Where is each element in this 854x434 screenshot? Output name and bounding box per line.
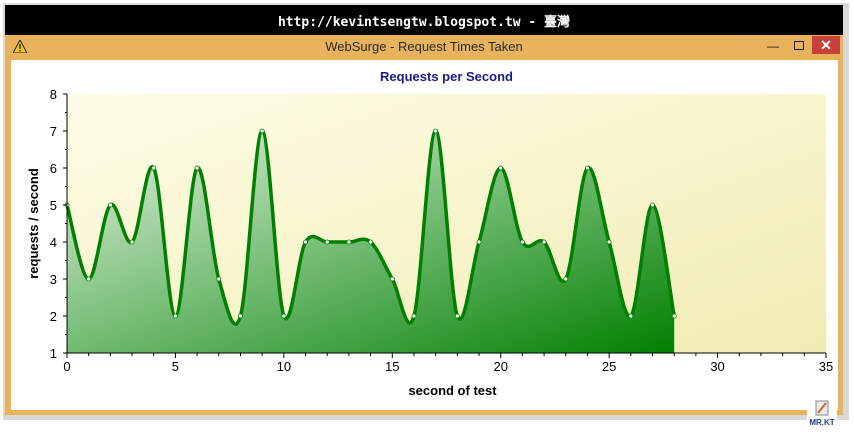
y-tick-label: 2 — [50, 309, 57, 324]
x-axis-label: second of test — [408, 383, 497, 398]
url-banner: http://kevintsengtw.blogspot.tw - 臺灣 — [5, 5, 843, 35]
x-tick-label: 20 — [493, 359, 507, 374]
x-tick-label: 35 — [819, 359, 833, 374]
data-point — [671, 313, 677, 319]
data-point — [324, 239, 330, 245]
chart-panel: 1 2 3 4 5 6 7 8 0 5 10 15 20 25 30 35 Requests per Secon… — [11, 60, 838, 434]
data-point — [194, 165, 200, 171]
data-point — [433, 128, 439, 134]
y-tick-label: 1 — [50, 346, 57, 361]
data-point — [454, 313, 460, 319]
app-window: WebSurge - Request Times Taken — ✕ 1 2 3 4 5… — [5, 35, 843, 434]
data-point — [585, 165, 590, 171]
data-point — [129, 239, 135, 245]
x-tick-label: 25 — [602, 359, 616, 374]
window-title: WebSurge - Request Times Taken — [325, 39, 523, 54]
data-point — [476, 239, 482, 245]
data-point — [86, 276, 92, 282]
data-point — [519, 239, 525, 245]
requests-chart: 1 2 3 4 5 6 7 8 0 5 10 15 20 25 30 35 Requests per Secon… — [26, 69, 833, 398]
data-point — [238, 313, 243, 319]
data-point — [628, 313, 634, 319]
data-point — [411, 313, 417, 319]
data-point — [281, 313, 287, 319]
x-tick-label: 0 — [63, 359, 70, 374]
data-point — [216, 276, 222, 282]
data-point — [346, 239, 352, 245]
y-tick-label: 6 — [50, 161, 57, 176]
mrkt-logo: MR.KT — [807, 398, 837, 434]
data-point — [541, 239, 547, 245]
title-bar[interactable]: WebSurge - Request Times Taken — ✕ — [5, 35, 843, 59]
data-point — [650, 202, 655, 208]
y-tick-label: 4 — [50, 235, 57, 250]
data-point — [151, 165, 157, 171]
y-tick-label: 5 — [50, 198, 57, 213]
data-point — [303, 239, 308, 245]
x-tick-label: 10 — [277, 359, 291, 374]
maximize-button[interactable] — [786, 37, 812, 55]
chart-title: Requests per Second — [380, 69, 513, 84]
x-tick-label: 30 — [710, 359, 724, 374]
y-tick-label: 7 — [50, 124, 57, 139]
close-button[interactable]: ✕ — [812, 36, 840, 54]
data-point — [563, 276, 569, 282]
tools-icon — [815, 400, 829, 416]
data-point — [389, 276, 395, 282]
data-point — [498, 165, 504, 171]
data-point — [173, 313, 178, 319]
minimize-button[interactable]: — — [760, 37, 786, 55]
logo-text: MR.KT — [809, 418, 835, 427]
y-tick-label: 3 — [50, 272, 57, 287]
x-tick-label: 15 — [385, 359, 399, 374]
y-tick-label: 8 — [50, 87, 57, 102]
data-point — [107, 202, 113, 208]
data-point — [368, 239, 374, 245]
x-tick-label: 5 — [172, 359, 179, 374]
data-point — [259, 128, 265, 134]
data-point — [606, 239, 612, 245]
y-axis-label: requests / second — [26, 168, 41, 279]
